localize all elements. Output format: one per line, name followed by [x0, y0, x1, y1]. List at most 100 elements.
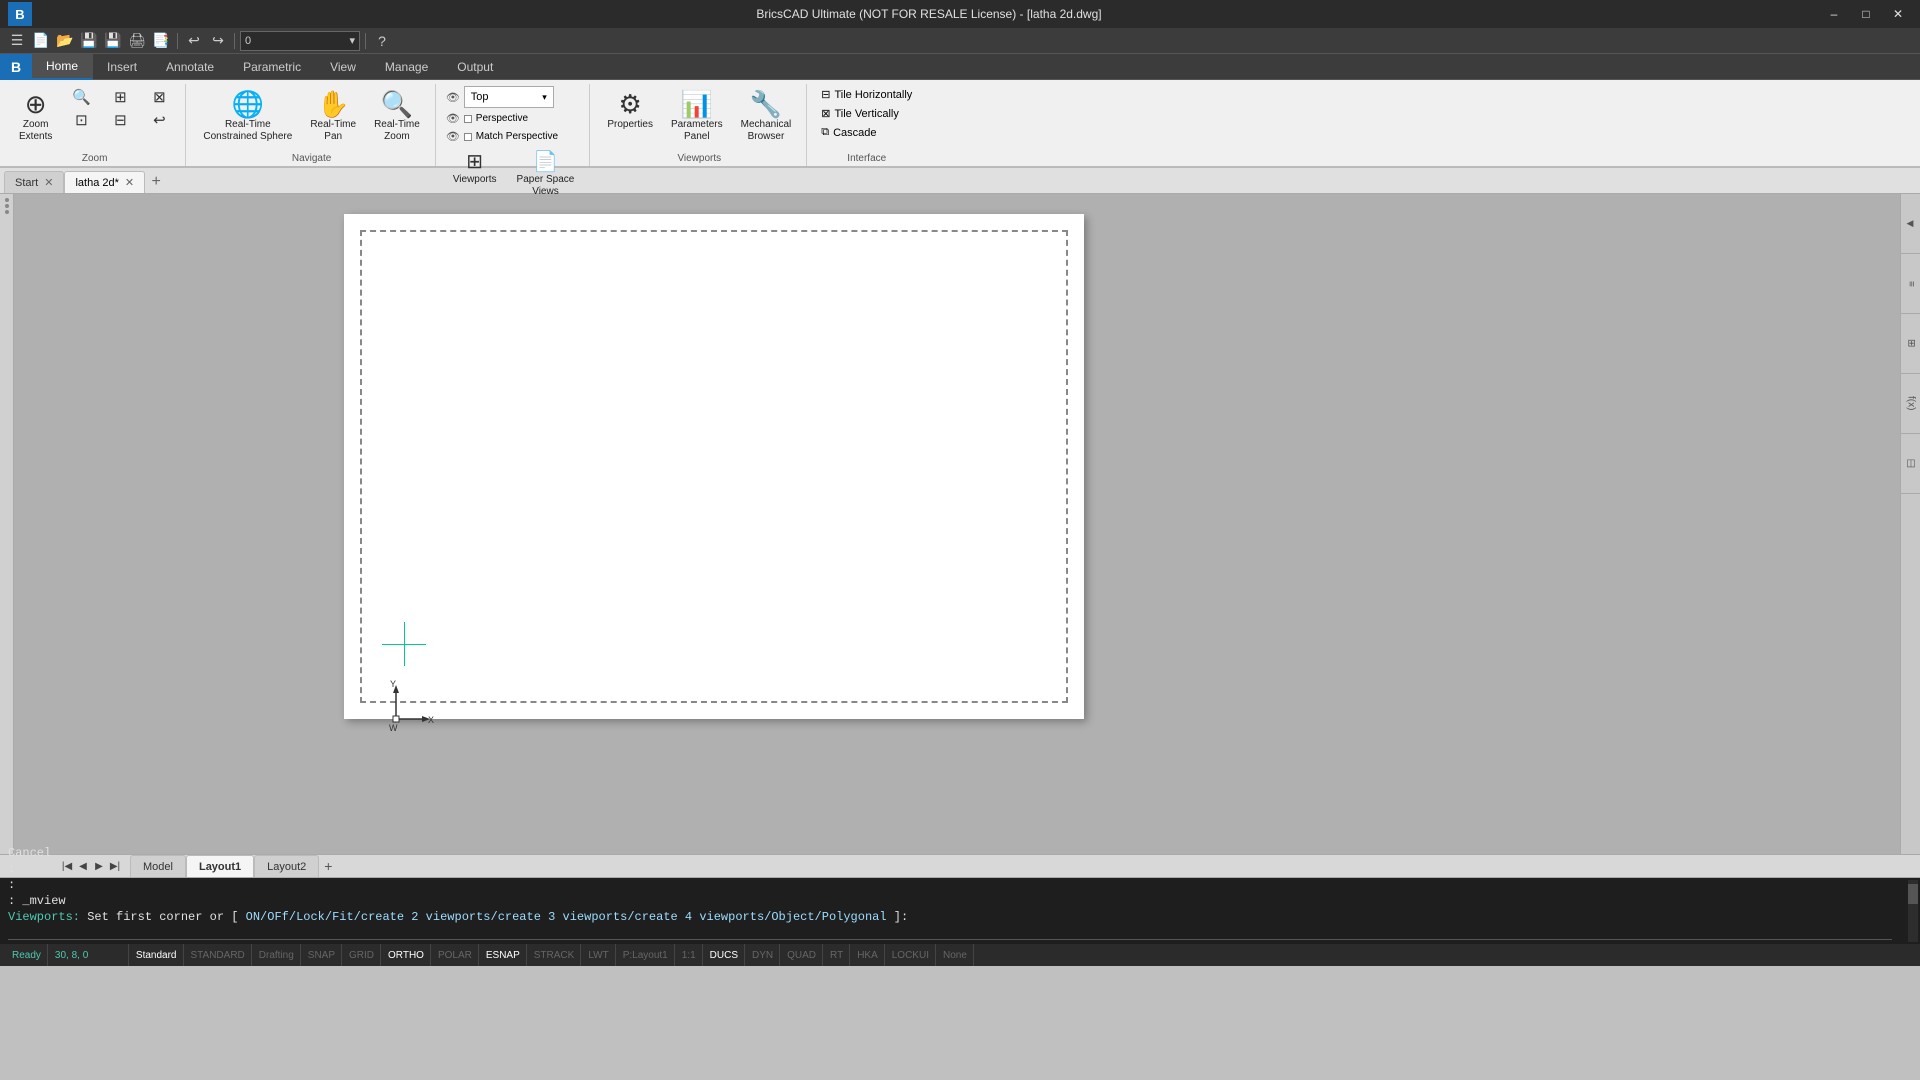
tab-latha2d-close[interactable]: ✕: [125, 176, 134, 189]
status-scale[interactable]: 1:1: [676, 944, 703, 966]
tab-latha2d[interactable]: latha 2d* ✕: [64, 171, 145, 193]
qa-open-btn[interactable]: 📂: [54, 30, 76, 52]
zoom-scale-icon: ⊡: [75, 113, 88, 128]
canvas-area[interactable]: Y X W: [14, 194, 1900, 854]
app-menu-button[interactable]: B: [0, 54, 32, 80]
status-dyn[interactable]: DYN: [746, 944, 780, 966]
qa-separator2: [234, 33, 235, 49]
right-panel-params[interactable]: f(x): [1901, 374, 1920, 434]
status-hka[interactable]: HKA: [851, 944, 885, 966]
zoom-window-btn[interactable]: ⊞: [102, 87, 138, 108]
qa-help-btn[interactable]: ?: [371, 30, 393, 52]
ribbon-group-navigate: 🌐 Real-TimeConstrained Sphere ✋ Real-Tim…: [188, 84, 435, 166]
status-drafting[interactable]: Drafting: [253, 944, 301, 966]
qa-redo-btn[interactable]: ↪: [207, 30, 229, 52]
tab-new-button[interactable]: +: [145, 171, 167, 193]
menu-tab-parametric[interactable]: Parametric: [229, 54, 316, 80]
maximize-button[interactable]: □: [1852, 4, 1880, 24]
right-panel-properties[interactable]: ≡: [1901, 254, 1920, 314]
mechanical-browser-btn[interactable]: 🔧 MechanicalBrowser: [734, 86, 799, 148]
cascade-label: Cascade: [833, 127, 876, 139]
menu-tab-annotate[interactable]: Annotate: [152, 54, 229, 80]
status-rt[interactable]: RT: [824, 944, 850, 966]
zoom-extents-icon: ⊕: [25, 91, 47, 117]
zoom-prev-icon: ↩: [153, 113, 166, 128]
status-none[interactable]: None: [937, 944, 974, 966]
qa-undo-btn[interactable]: ↩: [183, 30, 205, 52]
menu-tab-output[interactable]: Output: [443, 54, 508, 80]
zoom-dynamic-btn[interactable]: ⊠: [141, 87, 177, 108]
left-side-handle2: [5, 204, 9, 208]
paper-border-dashed: [360, 230, 1068, 703]
right-panel-collapse[interactable]: ◀: [1901, 194, 1920, 254]
close-button[interactable]: ✕: [1884, 4, 1912, 24]
tab-start-close[interactable]: ✕: [44, 176, 53, 189]
svg-text:W: W: [389, 723, 398, 733]
right-panel-layers[interactable]: ⊞: [1901, 314, 1920, 374]
menu-tab-home[interactable]: Home: [32, 54, 93, 80]
perspective-checkbox[interactable]: [464, 115, 472, 123]
parameters-panel-btn[interactable]: 📊 ParametersPanel: [664, 86, 730, 148]
perspective-row: 👁 Perspective: [446, 111, 528, 126]
zoom-extents-button[interactable]: ⊕ ZoomExtents: [12, 86, 59, 148]
main-area: Y X W ◀ ≡ ⊞ f(x) ◫: [0, 194, 1920, 854]
status-grid[interactable]: GRID: [343, 944, 381, 966]
match-perspective-checkbox[interactable]: [464, 133, 472, 141]
tile-horizontally-btn[interactable]: ⊟ Tile Horizontally: [817, 86, 916, 103]
status-ducs[interactable]: DUCS: [704, 944, 745, 966]
status-standard-text[interactable]: STANDARD: [185, 944, 252, 966]
zoom-scale-btn[interactable]: ⊡: [63, 110, 99, 131]
properties-btn[interactable]: ⚙ Properties: [600, 86, 660, 136]
status-esnap[interactable]: ESNAP: [480, 944, 527, 966]
status-polar[interactable]: POLAR: [432, 944, 479, 966]
qa-print-btn[interactable]: 🖨: [126, 30, 148, 52]
qa-saveas-btn[interactable]: 💾: [102, 30, 124, 52]
layer-dropdown[interactable]: 0 ▾: [240, 31, 360, 51]
cmd-line-mview: : _mview: [8, 893, 1912, 909]
cascade-btn[interactable]: ⧉ Cascade: [817, 124, 880, 141]
menu-tab-insert[interactable]: Insert: [93, 54, 152, 80]
ribbon-group-zoom: ⊕ ZoomExtents 🔍 ⊞ ⊠ ⊡ ⊟ ↩ Zoom: [4, 84, 186, 166]
tile-vertically-btn[interactable]: ⊠ Tile Vertically: [817, 105, 903, 122]
realtime-zoom-label: Real-TimeZoom: [374, 119, 420, 143]
status-standard-style[interactable]: Standard: [130, 944, 184, 966]
status-snap[interactable]: SNAP: [302, 944, 342, 966]
status-playout[interactable]: P:Layout1: [617, 944, 675, 966]
zoom-prev-btn[interactable]: ↩: [141, 110, 177, 131]
qa-menu-btn[interactable]: ☰: [6, 30, 28, 52]
status-quad[interactable]: QUAD: [781, 944, 823, 966]
realtime-zoom-btn[interactable]: 🔍 Real-TimeZoom: [367, 86, 427, 148]
cmd-scrollbar[interactable]: [1908, 880, 1918, 942]
status-bar: Ready 30, 8, 0 Standard STANDARD Draftin…: [0, 944, 1920, 966]
properties-label: Properties: [607, 119, 653, 131]
tile-v-label: Tile Vertically: [834, 108, 898, 120]
zoom-center-btn[interactable]: ⊟: [102, 110, 138, 131]
view-dropdown[interactable]: Top ▾: [464, 86, 554, 108]
qa-new-btn[interactable]: 📄: [30, 30, 52, 52]
minimize-button[interactable]: –: [1820, 4, 1848, 24]
tab-start[interactable]: Start ✕: [4, 171, 64, 193]
status-ortho[interactable]: ORTHO: [382, 944, 431, 966]
menu-tab-view[interactable]: View: [316, 54, 371, 80]
viewports-label: Viewports: [453, 174, 497, 186]
right-sidebar: ◀ ≡ ⊞ f(x) ◫: [1900, 194, 1920, 854]
realtime-pan-btn[interactable]: ✋ Real-TimePan: [303, 86, 363, 148]
window-title: BricsCAD Ultimate (NOT FOR RESALE Licens…: [38, 7, 1820, 21]
status-lockui[interactable]: LOCKUI: [886, 944, 936, 966]
status-ready: Ready: [6, 944, 48, 966]
qa-print2-btn[interactable]: 📑: [150, 30, 172, 52]
left-side-handle3: [5, 210, 9, 214]
menu-tab-manage[interactable]: Manage: [371, 54, 443, 80]
cmd-scrollbar-thumb[interactable]: [1908, 884, 1918, 904]
qa-save-btn[interactable]: 💾: [78, 30, 100, 52]
cmd-line-1: :: [8, 861, 1912, 877]
cmd-prompt: Viewports:: [8, 910, 80, 924]
status-strack[interactable]: STRACK: [528, 944, 582, 966]
realtime-constrained-btn[interactable]: 🌐 Real-TimeConstrained Sphere: [196, 86, 299, 148]
zoom-in-btn[interactable]: 🔍: [63, 87, 99, 108]
right-panel-block[interactable]: ◫: [1901, 434, 1920, 494]
views-group-content: 👁 Top ▾ 👁 Perspective 👁 Match Perspectiv…: [446, 86, 582, 203]
command-input[interactable]: [8, 925, 1892, 940]
status-lwt[interactable]: LWT: [582, 944, 615, 966]
viewports-group-label: Viewports: [600, 153, 798, 166]
